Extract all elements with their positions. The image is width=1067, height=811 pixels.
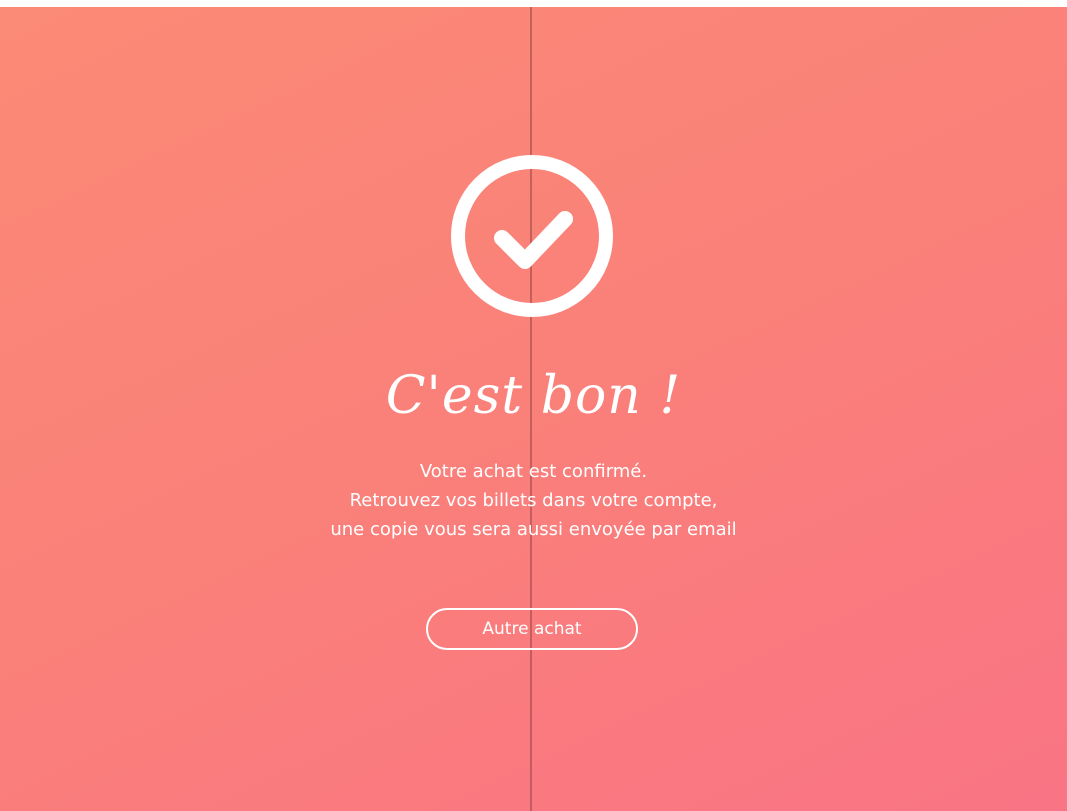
another-purchase-button[interactable]: Autre achat [426,608,638,650]
message-line: Retrouvez vos billets dans votre compte, [349,490,718,511]
message-line: Votre achat est confirmé. [419,461,648,482]
confirmation-title: C'est bon ! [385,366,682,426]
app-frame: C'est bon ! Votre achat est confirmé. Re… [0,0,1067,811]
confirmation-message: Votre achat est confirmé. Retrouvez vos … [0,457,1067,544]
confirmation-screen: C'est bon ! Votre achat est confirmé. Re… [0,7,1067,811]
checkmark-circle-icon [446,150,618,322]
message-line: une copie vous sera aussi envoyée par em… [330,519,737,540]
